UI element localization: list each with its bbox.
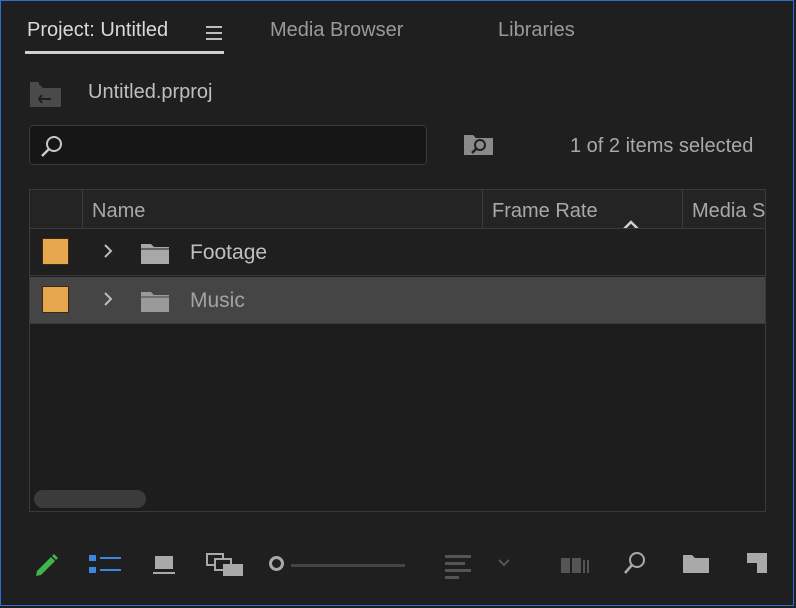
sort-icons-icon[interactable] bbox=[443, 549, 515, 584]
tab-libraries[interactable]: Libraries bbox=[498, 19, 575, 42]
automate-to-sequence-icon[interactable] bbox=[559, 549, 593, 584]
search-field[interactable] bbox=[29, 125, 427, 165]
tab-media-browser[interactable]: Media Browser bbox=[270, 19, 403, 42]
project-panel: Project: Untitled Media Browser Librarie… bbox=[0, 0, 794, 606]
item-name: Footage bbox=[190, 241, 268, 264]
item-name: Music bbox=[190, 289, 245, 312]
column-header-frame-rate[interactable]: Frame Rate bbox=[482, 190, 682, 228]
find-icon[interactable] bbox=[463, 132, 495, 161]
column-header-name[interactable]: Name bbox=[82, 190, 482, 228]
list-view-icon[interactable] bbox=[87, 549, 123, 584]
project-items-table: Name Frame Rate Media S Footage Music bbox=[29, 189, 766, 512]
column-header-frame-rate-label: Frame Rate bbox=[492, 200, 598, 222]
project-file-name: Untitled.prproj bbox=[88, 81, 213, 103]
folder-icon bbox=[140, 291, 170, 318]
tab-project[interactable]: Project: Untitled bbox=[27, 19, 168, 42]
chevron-right-icon[interactable] bbox=[102, 243, 114, 264]
zoom-slider-track[interactable] bbox=[291, 564, 405, 567]
new-item-icon[interactable] bbox=[743, 549, 771, 584]
table-row[interactable]: Music bbox=[30, 277, 765, 324]
horizontal-scrollbar[interactable] bbox=[34, 490, 146, 508]
icon-view-icon[interactable] bbox=[151, 549, 179, 584]
panel-tabs: Project: Untitled Media Browser Librarie… bbox=[1, 1, 793, 61]
search-input[interactable] bbox=[74, 132, 418, 160]
find-icon-bottom[interactable] bbox=[621, 549, 649, 584]
table-header: Name Frame Rate Media S bbox=[30, 190, 765, 229]
column-header-label[interactable] bbox=[30, 190, 82, 228]
zoom-slider-handle[interactable] bbox=[269, 556, 284, 571]
column-header-media-start[interactable]: Media S bbox=[682, 190, 765, 228]
sort-ascending-icon bbox=[620, 206, 642, 228]
chevron-right-icon[interactable] bbox=[102, 291, 114, 312]
folder-icon bbox=[140, 243, 170, 270]
new-bin-icon[interactable] bbox=[681, 549, 711, 584]
project-file-icon[interactable] bbox=[29, 81, 62, 108]
label-color-swatch[interactable] bbox=[42, 286, 69, 313]
label-color-swatch[interactable] bbox=[42, 238, 69, 265]
selection-status: 1 of 2 items selected bbox=[570, 135, 754, 157]
table-row[interactable]: Footage bbox=[30, 229, 765, 276]
search-icon bbox=[40, 135, 64, 164]
active-tab-indicator bbox=[25, 51, 224, 54]
freeform-view-icon[interactable] bbox=[205, 549, 245, 584]
panel-menu-icon[interactable] bbox=[206, 26, 222, 40]
pencil-icon[interactable] bbox=[31, 549, 61, 584]
